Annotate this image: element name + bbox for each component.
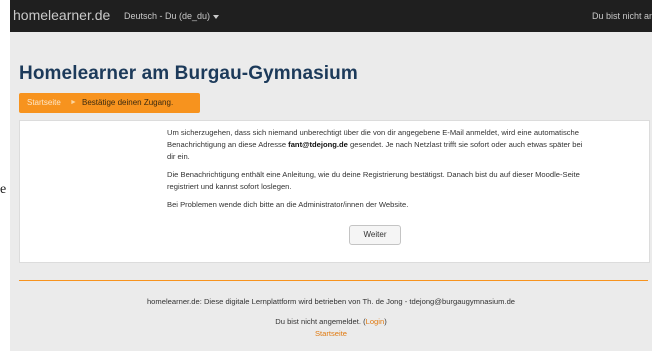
footer-login-text: Du bist nicht angemeldet. ( [275,317,366,326]
language-menu[interactable]: Deutsch - Du (de_du) [124,11,220,21]
breadcrumb: Startseite ► Bestätige deinen Zugang. [19,93,200,113]
login-status-text: Du bist nicht angemeldet. [592,11,652,21]
footer-divider [19,280,648,281]
footer-operator-text: homelearner.de: Diese digitale Lernplatt… [146,297,516,306]
confirmation-message: Um sicherzugehen, dass sich niemand unbe… [167,127,587,217]
confirmation-panel: Um sicherzugehen, dass sich niemand unbe… [19,120,650,263]
chevron-down-icon [213,14,220,19]
continue-button[interactable]: Weiter [349,225,401,245]
browser-viewport: homelearner.de Deutsch - Du (de_du) Du b… [10,0,652,351]
footer-login-link[interactable]: Login [366,317,385,326]
page-title: Homelearner am Burgau-Gymnasium [19,63,358,84]
message-paragraph-2: Die Benachrichtigung enthält eine Anleit… [167,170,580,191]
breadcrumb-separator-icon: ► [70,99,77,106]
footer-login-text: ) [384,317,387,326]
navbar: homelearner.de Deutsch - Du (de_du) Du b… [10,0,652,32]
message-paragraph-1: Um sicherzugehen, dass sich niemand unbe… [167,127,587,163]
page-margin-glyph: e [0,182,7,197]
footer-home: Startseite [10,329,652,338]
breadcrumb-current: Bestätige deinen Zugang. [82,98,174,107]
breadcrumb-home-link[interactable]: Startseite [27,93,61,113]
message-paragraph-3: Bei Problemen wende dich bitte an die Ad… [167,200,409,209]
language-menu-label: Deutsch - Du (de_du) [124,11,211,21]
footer-home-link[interactable]: Startseite [315,329,347,338]
footer-login-info: Du bist nicht angemeldet. (Login) [10,317,652,326]
email-address: fant@tdejong.de [288,140,348,149]
site-brand-link[interactable]: homelearner.de [13,7,110,23]
